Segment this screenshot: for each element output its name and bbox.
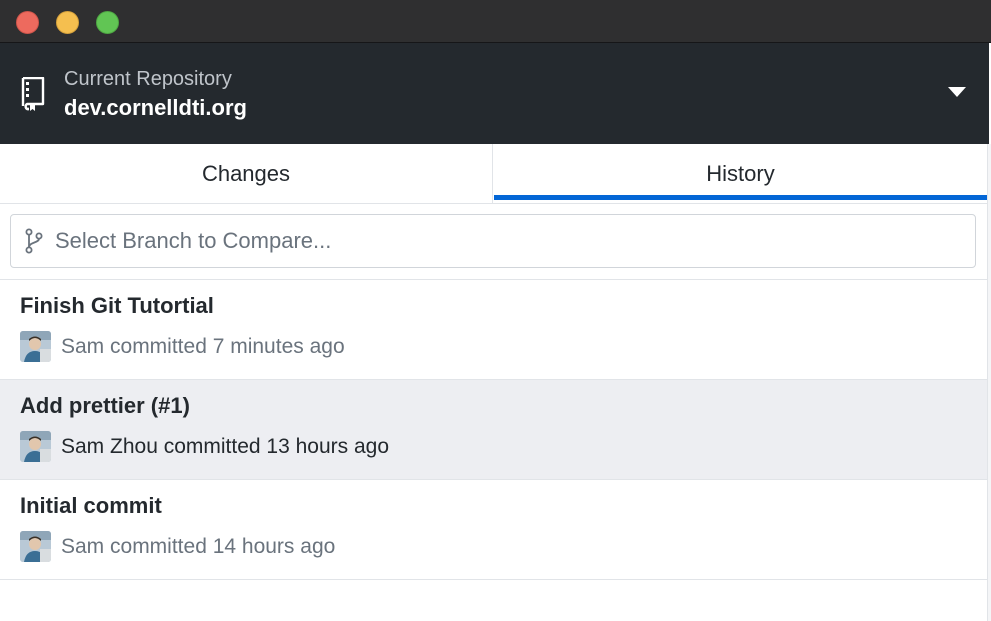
commit-summary: Add prettier (#1) xyxy=(20,393,190,418)
close-window-button[interactable] xyxy=(16,11,39,34)
git-branch-icon xyxy=(25,228,43,254)
zoom-window-button[interactable] xyxy=(96,11,119,34)
window-edge xyxy=(987,144,991,621)
minimize-window-button[interactable] xyxy=(56,11,79,34)
branch-compare-field[interactable] xyxy=(10,214,976,268)
avatar xyxy=(20,431,51,462)
repo-icon xyxy=(21,77,45,111)
commit-summary: Finish Git Tutortial xyxy=(20,293,214,318)
commit-list: Finish Git Tutortial Sam committed 7 min… xyxy=(0,280,987,580)
branch-compare-area xyxy=(0,204,987,280)
repository-name: dev.cornelldti.org xyxy=(64,95,247,120)
commit-author-time: Sam committed 7 minutes ago xyxy=(61,335,345,358)
avatar xyxy=(20,331,51,362)
branch-compare-input[interactable] xyxy=(55,215,955,267)
commit-list-item[interactable]: Initial commit Sam committed 14 hours ag… xyxy=(0,480,987,580)
current-repository-selector[interactable]: Current Repository dev.cornelldti.org xyxy=(0,43,991,144)
commit-summary: Initial commit xyxy=(20,493,162,518)
commit-list-item[interactable]: Add prettier (#1) Sam Zhou committed 13 … xyxy=(0,380,987,480)
avatar xyxy=(20,531,51,562)
window-titlebar xyxy=(0,0,991,43)
commit-author-time: Sam committed 14 hours ago xyxy=(61,535,336,558)
chevron-down-icon xyxy=(948,87,966,97)
selected-tab-indicator xyxy=(494,195,987,200)
commit-author-time: Sam Zhou committed 13 hours ago xyxy=(61,435,390,458)
commit-list-item[interactable]: Finish Git Tutortial Sam committed 7 min… xyxy=(0,280,987,380)
tab-changes[interactable]: Changes xyxy=(0,144,493,203)
repository-label: Current Repository xyxy=(64,68,232,90)
